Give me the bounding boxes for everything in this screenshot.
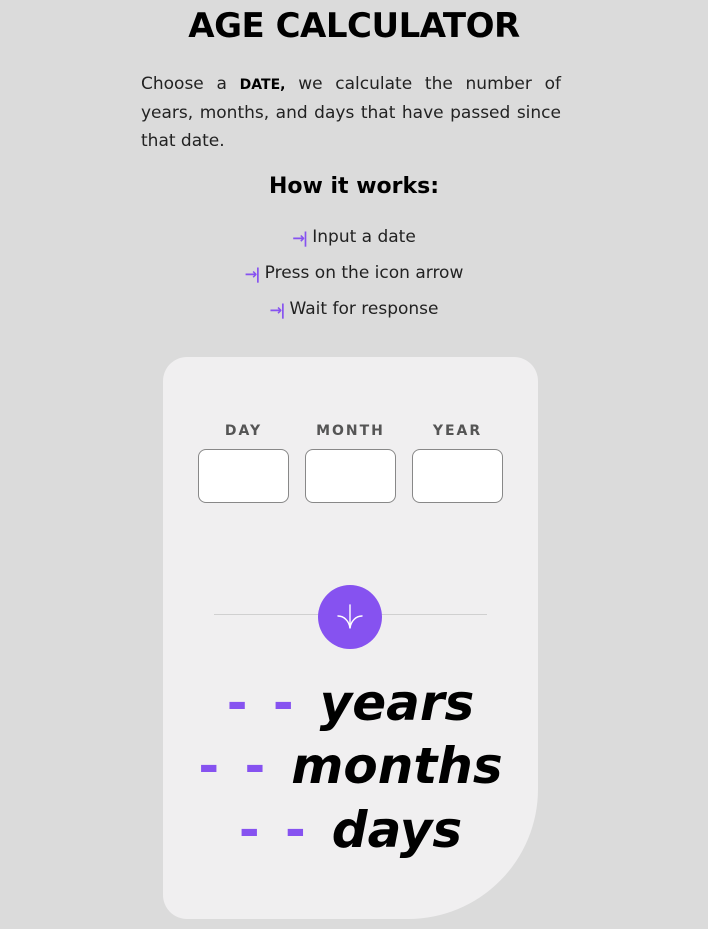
months-result: - - months [163, 736, 538, 796]
days-result: - - days [163, 800, 538, 860]
steps-list: →| Input a date →| Press on the icon arr… [0, 227, 708, 335]
months-value: - - [198, 737, 270, 795]
years-result: - - years [163, 673, 538, 733]
step-text: Wait for response [289, 299, 439, 319]
intro-text: Choose a DATE, we calculate the number o… [141, 70, 561, 155]
arrow-right-to-bar-icon: →| [269, 301, 286, 319]
step-item: →| Wait for response [0, 299, 708, 335]
month-label: MONTH [316, 423, 385, 439]
step-item: →| Input a date [0, 227, 708, 263]
days-unit: days [331, 801, 463, 859]
day-input[interactable] [198, 449, 289, 503]
year-label: YEAR [432, 423, 483, 439]
how-it-works-title: How it works: [268, 174, 440, 199]
arrow-right-to-bar-icon: →| [292, 229, 308, 247]
intro-text-start: Choose a [141, 74, 227, 94]
month-field: MONTH [305, 423, 396, 503]
years-value: - - [226, 674, 298, 732]
page-title: AGE CALCULATOR [188, 6, 520, 46]
step-item: →| Press on the icon arrow [0, 263, 708, 299]
arrow-down-icon [337, 604, 363, 629]
calculate-button[interactable] [318, 585, 382, 649]
year-input[interactable] [412, 449, 503, 503]
day-label: DAY [224, 423, 263, 439]
step-text: Input a date [312, 227, 416, 247]
months-unit: months [291, 737, 503, 795]
calculator-card: DAY MONTH YEAR - - years - - months - - day… [163, 357, 538, 919]
intro-text-emphasis: DATE, [239, 77, 286, 93]
day-field: DAY [198, 423, 289, 503]
year-field: YEAR [412, 423, 503, 503]
step-text: Press on the icon arrow [264, 263, 464, 283]
years-unit: years [319, 674, 475, 732]
month-input[interactable] [305, 449, 396, 503]
days-value: - - [238, 801, 310, 859]
arrow-right-to-bar-icon: →| [244, 265, 261, 283]
